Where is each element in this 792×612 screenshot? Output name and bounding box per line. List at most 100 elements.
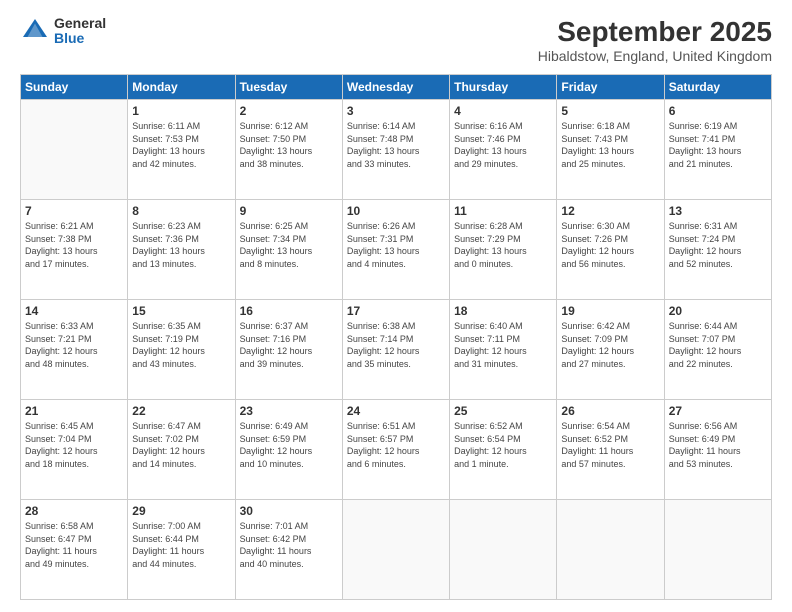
day-number: 8 (132, 204, 230, 218)
day-number: 7 (25, 204, 123, 218)
day-number: 14 (25, 304, 123, 318)
day-info: Sunrise: 6:37 AM Sunset: 7:16 PM Dayligh… (240, 320, 338, 370)
main-title: September 2025 (538, 16, 772, 48)
day-info: Sunrise: 6:16 AM Sunset: 7:46 PM Dayligh… (454, 120, 552, 170)
day-number: 21 (25, 404, 123, 418)
logo-blue-text: Blue (54, 31, 106, 46)
calendar-cell: 11Sunrise: 6:28 AM Sunset: 7:29 PM Dayli… (450, 200, 557, 300)
day-info: Sunrise: 6:19 AM Sunset: 7:41 PM Dayligh… (669, 120, 767, 170)
day-number: 29 (132, 504, 230, 518)
calendar-cell: 17Sunrise: 6:38 AM Sunset: 7:14 PM Dayli… (342, 300, 449, 400)
day-info: Sunrise: 6:56 AM Sunset: 6:49 PM Dayligh… (669, 420, 767, 470)
day-info: Sunrise: 6:45 AM Sunset: 7:04 PM Dayligh… (25, 420, 123, 470)
day-info: Sunrise: 7:01 AM Sunset: 6:42 PM Dayligh… (240, 520, 338, 570)
calendar-cell: 29Sunrise: 7:00 AM Sunset: 6:44 PM Dayli… (128, 500, 235, 600)
calendar-cell: 10 Sunrise: 6:26 AM Sunset: 7:31 PM Dayli… (342, 200, 449, 300)
calendar-day-header: Sunday (21, 75, 128, 100)
day-number: 3 (347, 104, 445, 118)
calendar-cell: 2 Sunrise: 6:12 AM Sunset: 7:50 PM Daylig… (235, 100, 342, 200)
calendar-header-row: SundayMondayTuesdayWednesdayThursdayFrid… (21, 75, 772, 100)
day-number: 16 (240, 304, 338, 318)
day-number: 23 (240, 404, 338, 418)
calendar-cell: 12 Sunrise: 6:30 AM Sunset: 7:26 PM Dayli… (557, 200, 664, 300)
day-number: 20 (669, 304, 767, 318)
day-info: Sunrise: 6:12 AM Sunset: 7:50 PM Dayligh… (240, 120, 338, 170)
title-block: September 2025 Hibaldstow, England, Unit… (538, 16, 772, 64)
day-number: 15 (132, 304, 230, 318)
calendar-day-header: Monday (128, 75, 235, 100)
calendar-cell: 3 Sunrise: 6:14 AM Sunset: 7:48 PM Daylig… (342, 100, 449, 200)
calendar-day-header: Wednesday (342, 75, 449, 100)
day-info: Sunrise: 6:30 AM Sunset: 7:26 PM Dayligh… (561, 220, 659, 270)
calendar-day-header: Saturday (664, 75, 771, 100)
calendar-cell: 1Sunrise: 6:11 AM Sunset: 7:53 PM Daylig… (128, 100, 235, 200)
logo-text: General Blue (54, 16, 106, 47)
day-info: Sunrise: 6:11 AM Sunset: 7:53 PM Dayligh… (132, 120, 230, 170)
day-info: Sunrise: 6:21 AM Sunset: 7:38 PM Dayligh… (25, 220, 123, 270)
day-info: Sunrise: 6:18 AM Sunset: 7:43 PM Dayligh… (561, 120, 659, 170)
day-number: 27 (669, 404, 767, 418)
calendar-cell: 9 Sunrise: 6:25 AM Sunset: 7:34 PM Daylig… (235, 200, 342, 300)
calendar-week-row: 28Sunrise: 6:58 AM Sunset: 6:47 PM Dayli… (21, 500, 772, 600)
calendar-day-header: Friday (557, 75, 664, 100)
day-number: 26 (561, 404, 659, 418)
day-number: 13 (669, 204, 767, 218)
calendar-day-header: Thursday (450, 75, 557, 100)
day-info: Sunrise: 6:47 AM Sunset: 7:02 PM Dayligh… (132, 420, 230, 470)
day-number: 2 (240, 104, 338, 118)
day-number: 5 (561, 104, 659, 118)
calendar-cell: 6 Sunrise: 6:19 AM Sunset: 7:41 PM Daylig… (664, 100, 771, 200)
calendar-week-row: 7 Sunrise: 6:21 AM Sunset: 7:38 PM Daylig… (21, 200, 772, 300)
day-info: Sunrise: 6:44 AM Sunset: 7:07 PM Dayligh… (669, 320, 767, 370)
calendar-cell (21, 100, 128, 200)
calendar-week-row: 1Sunrise: 6:11 AM Sunset: 7:53 PM Daylig… (21, 100, 772, 200)
calendar-cell: 18 Sunrise: 6:40 AM Sunset: 7:11 PM Dayli… (450, 300, 557, 400)
day-info: Sunrise: 6:23 AM Sunset: 7:36 PM Dayligh… (132, 220, 230, 270)
calendar-cell: 24 Sunrise: 6:51 AM Sunset: 6:57 PM Dayli… (342, 400, 449, 500)
day-info: Sunrise: 6:14 AM Sunset: 7:48 PM Dayligh… (347, 120, 445, 170)
calendar-cell (664, 500, 771, 600)
day-info: Sunrise: 6:58 AM Sunset: 6:47 PM Dayligh… (25, 520, 123, 570)
calendar-cell: 19 Sunrise: 6:42 AM Sunset: 7:09 PM Dayli… (557, 300, 664, 400)
calendar-cell: 13 Sunrise: 6:31 AM Sunset: 7:24 PM Dayli… (664, 200, 771, 300)
day-number: 4 (454, 104, 552, 118)
day-info: Sunrise: 6:26 AM Sunset: 7:31 PM Dayligh… (347, 220, 445, 270)
day-number: 18 (454, 304, 552, 318)
page: General Blue September 2025 Hibaldstow, … (0, 0, 792, 612)
calendar-cell: 23 Sunrise: 6:49 AM Sunset: 6:59 PM Dayli… (235, 400, 342, 500)
calendar-cell: 8 Sunrise: 6:23 AM Sunset: 7:36 PM Daylig… (128, 200, 235, 300)
calendar-cell: 22Sunrise: 6:47 AM Sunset: 7:02 PM Dayli… (128, 400, 235, 500)
day-number: 6 (669, 104, 767, 118)
day-info: Sunrise: 6:54 AM Sunset: 6:52 PM Dayligh… (561, 420, 659, 470)
calendar-cell (450, 500, 557, 600)
day-info: Sunrise: 6:49 AM Sunset: 6:59 PM Dayligh… (240, 420, 338, 470)
day-info: Sunrise: 6:42 AM Sunset: 7:09 PM Dayligh… (561, 320, 659, 370)
calendar-cell: 4 Sunrise: 6:16 AM Sunset: 7:46 PM Daylig… (450, 100, 557, 200)
calendar-cell: 30Sunrise: 7:01 AM Sunset: 6:42 PM Dayli… (235, 500, 342, 600)
day-number: 24 (347, 404, 445, 418)
calendar-day-header: Tuesday (235, 75, 342, 100)
day-number: 12 (561, 204, 659, 218)
day-info: Sunrise: 6:31 AM Sunset: 7:24 PM Dayligh… (669, 220, 767, 270)
calendar-cell: 15 Sunrise: 6:35 AM Sunset: 7:19 PM Dayli… (128, 300, 235, 400)
day-info: Sunrise: 6:35 AM Sunset: 7:19 PM Dayligh… (132, 320, 230, 370)
calendar-cell: 20 Sunrise: 6:44 AM Sunset: 7:07 PM Dayli… (664, 300, 771, 400)
calendar-cell: 25 Sunrise: 6:52 AM Sunset: 6:54 PM Dayli… (450, 400, 557, 500)
day-number: 9 (240, 204, 338, 218)
day-number: 25 (454, 404, 552, 418)
day-info: Sunrise: 6:33 AM Sunset: 7:21 PM Dayligh… (25, 320, 123, 370)
day-number: 10 (347, 204, 445, 218)
day-info: Sunrise: 6:38 AM Sunset: 7:14 PM Dayligh… (347, 320, 445, 370)
day-number: 19 (561, 304, 659, 318)
calendar-table: SundayMondayTuesdayWednesdayThursdayFrid… (20, 74, 772, 600)
calendar-week-row: 14 Sunrise: 6:33 AM Sunset: 7:21 PM Dayli… (21, 300, 772, 400)
calendar-cell: 5 Sunrise: 6:18 AM Sunset: 7:43 PM Daylig… (557, 100, 664, 200)
calendar-cell: 7 Sunrise: 6:21 AM Sunset: 7:38 PM Daylig… (21, 200, 128, 300)
day-info: Sunrise: 6:51 AM Sunset: 6:57 PM Dayligh… (347, 420, 445, 470)
day-info: Sunrise: 6:40 AM Sunset: 7:11 PM Dayligh… (454, 320, 552, 370)
day-number: 11 (454, 204, 552, 218)
calendar-cell: 21 Sunrise: 6:45 AM Sunset: 7:04 PM Dayli… (21, 400, 128, 500)
day-info: Sunrise: 6:52 AM Sunset: 6:54 PM Dayligh… (454, 420, 552, 470)
logo: General Blue (20, 16, 106, 47)
day-info: Sunrise: 6:25 AM Sunset: 7:34 PM Dayligh… (240, 220, 338, 270)
